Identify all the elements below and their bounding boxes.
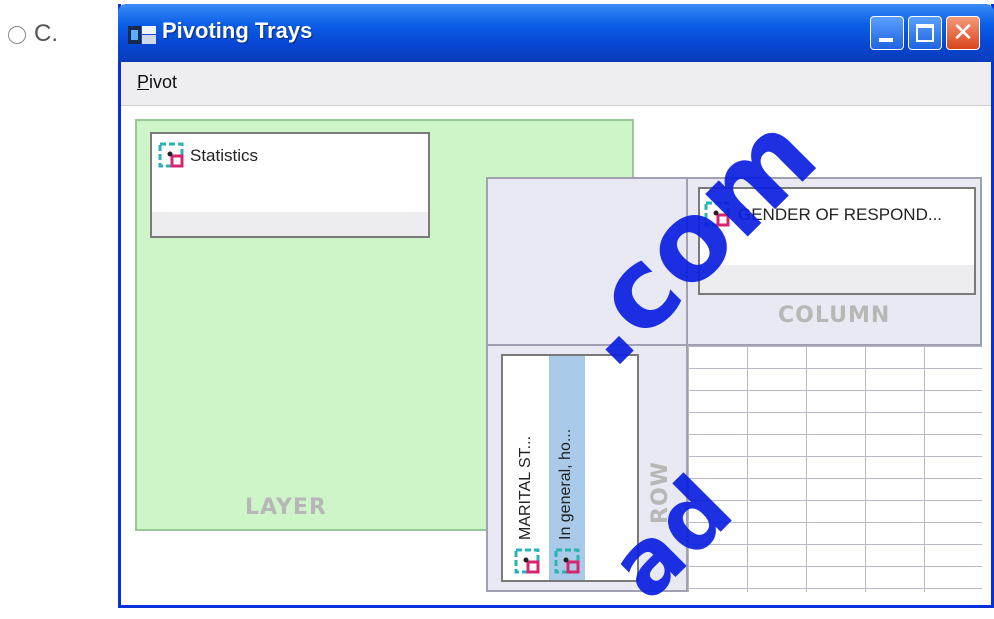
menu-pivot[interactable]: Pivot (137, 72, 177, 93)
menu-bar: Pivot (121, 62, 991, 106)
dimension-icon (554, 548, 580, 574)
column-label: COLUMN (778, 303, 891, 328)
close-button[interactable]: ✕ (946, 16, 980, 50)
dimension-icon (158, 142, 184, 168)
row-item-general-text: In general, ho... (557, 428, 574, 540)
pivot-app-icon (128, 26, 156, 44)
minimize-button[interactable] (870, 16, 904, 50)
data-grid (688, 346, 982, 592)
row-item-marital[interactable]: MARITAL ST... (509, 356, 545, 580)
close-icon: ✕ (952, 18, 974, 48)
layer-item-box: Statistics (150, 132, 430, 238)
title-bar[interactable]: Pivoting Trays ✕ (118, 4, 994, 62)
layer-item-statistics[interactable]: Statistics (190, 146, 258, 166)
menu-pivot-rest: ivot (149, 72, 178, 92)
menu-pivot-mnemonic: P (137, 72, 150, 92)
option-radio[interactable] (8, 26, 26, 44)
maximize-button[interactable] (908, 16, 942, 50)
layer-label: LAYER (245, 495, 327, 520)
dimension-icon (514, 548, 540, 574)
minimize-icon (879, 38, 893, 42)
window-title: Pivoting Trays (162, 18, 313, 43)
row-item-marital-text: MARITAL ST... (517, 435, 534, 540)
option-letter: C. (34, 20, 58, 47)
maximize-icon (916, 24, 934, 42)
row-item-general[interactable]: In general, ho... (549, 356, 585, 580)
box-stripe (152, 212, 428, 236)
